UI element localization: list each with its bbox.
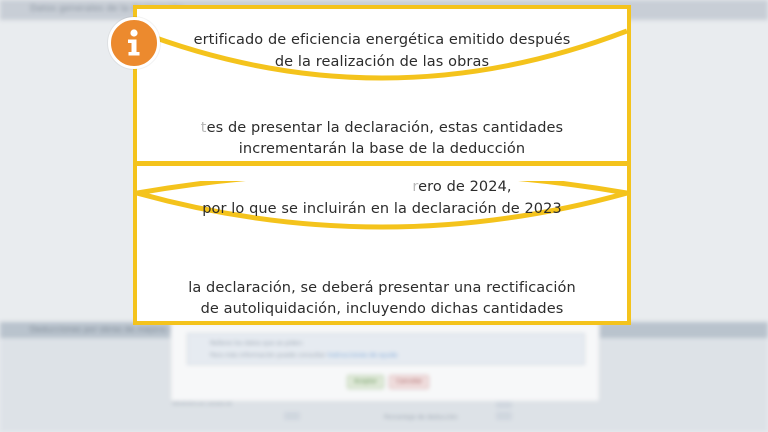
background-dialog-link[interactable]: Instrucciones de ayuda bbox=[328, 352, 398, 359]
info-icon bbox=[108, 17, 160, 69]
background-dialog-text-2: Para más información puede consultar Ins… bbox=[210, 352, 397, 359]
background-dialog-text-2-label: Para más información puede consultar bbox=[210, 352, 326, 359]
info-line-3: tes de presentar la declaración, estas c… bbox=[137, 120, 627, 136]
info-line-7: la declaración, se deberá presentar una … bbox=[188, 280, 576, 296]
info-card: ertificado de eficiencia energética emit… bbox=[133, 5, 631, 325]
background-field-label-2: Porcentaje de deducción bbox=[384, 414, 458, 421]
card-divider bbox=[137, 161, 627, 166]
info-line-5-text: ero de 2024, bbox=[418, 179, 512, 195]
background-field-2[interactable] bbox=[496, 412, 512, 420]
background-field-1[interactable] bbox=[284, 412, 300, 420]
info-icon-glyph bbox=[128, 29, 140, 56]
info-line-8: de autoliquidación, incluyendo dichas ca… bbox=[200, 301, 564, 317]
info-line-2: de la realización de las obras bbox=[274, 54, 490, 70]
background-dialog: Rellene los datos que se piden: Para más… bbox=[170, 322, 600, 402]
info-line-3-text: es de presentar la declaración, estas ca… bbox=[206, 120, 564, 136]
background-dialog-text-1: Rellene los datos que se piden: bbox=[210, 340, 304, 347]
info-line-5: rero de 2024, bbox=[217, 179, 707, 195]
info-line-6: por lo que se incluirán en la declaració… bbox=[202, 201, 562, 217]
info-line-1: ertificado de eficiencia energética emit… bbox=[193, 32, 571, 48]
background-dialog-box: Rellene los datos que se piden: Para más… bbox=[187, 333, 585, 365]
info-line-4: incrementarán la base de la deducción bbox=[238, 141, 526, 157]
background-cancel-button[interactable]: Cancelar bbox=[389, 375, 430, 389]
background-accept-button[interactable]: Aceptar bbox=[347, 375, 385, 389]
